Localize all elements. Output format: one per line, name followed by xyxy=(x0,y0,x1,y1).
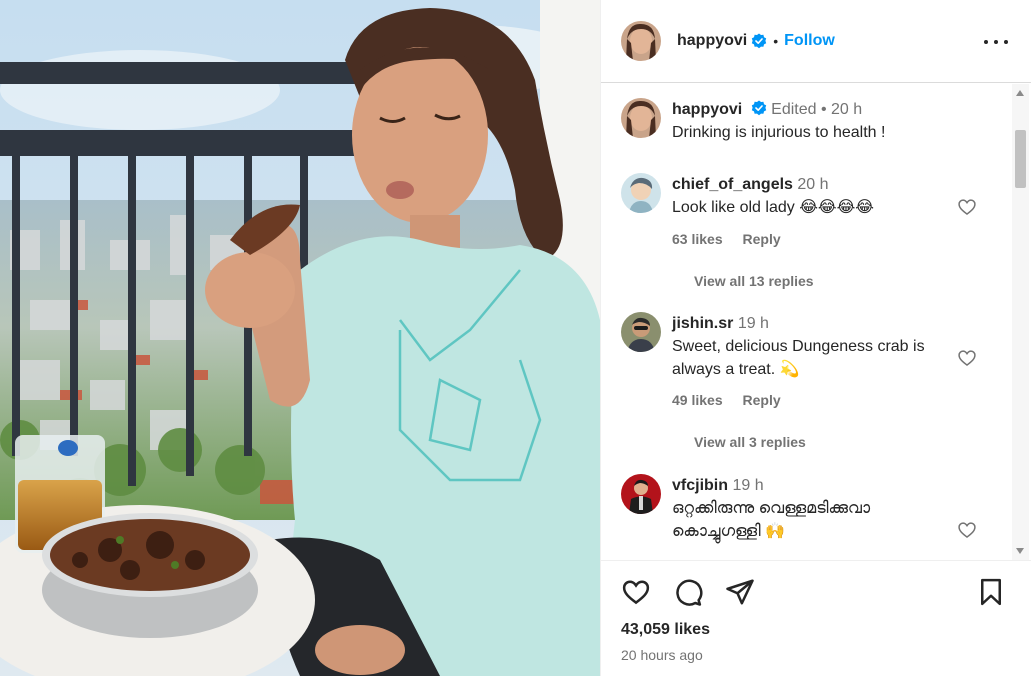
commenter-avatar-image xyxy=(621,173,661,213)
commenter-avatar[interactable] xyxy=(621,312,661,352)
scroll-thumb[interactable] xyxy=(1015,130,1026,188)
comment-time[interactable]: 19 h xyxy=(738,315,769,332)
post-image[interactable] xyxy=(0,0,600,676)
more-options-icon[interactable] xyxy=(984,33,1008,51)
instagram-post: happyovi • Follow happyovi Edited • 20 h… xyxy=(0,0,1031,676)
comment-username[interactable]: vfcjibin xyxy=(672,477,728,494)
scroll-down-arrow-icon[interactable] xyxy=(1016,548,1024,554)
bookmark-icon[interactable] xyxy=(976,577,1006,607)
comment-username[interactable]: chief_of_angels xyxy=(672,176,793,193)
post-details-panel: happyovi • Follow happyovi Edited • 20 h… xyxy=(600,0,1031,676)
comment-body: chief_of_angels 20 h Look like old lady … xyxy=(672,173,957,219)
header-separator: • xyxy=(773,33,779,49)
reply-button[interactable]: Reply xyxy=(743,231,781,247)
comment-time[interactable]: 19 h xyxy=(732,477,763,494)
caption-edited: Edited xyxy=(771,101,817,118)
post-actions xyxy=(621,577,755,607)
author-avatar-image xyxy=(621,98,661,138)
post-photo-illustration xyxy=(0,0,600,676)
verified-badge-icon xyxy=(751,100,766,116)
paper-plane-icon[interactable] xyxy=(725,577,755,607)
comment-text: Sweet, delicious Dungeness crab is alway… xyxy=(672,338,925,378)
verified-badge-icon xyxy=(752,33,767,49)
reply-button[interactable]: Reply xyxy=(743,392,781,408)
like-comment-heart-icon[interactable] xyxy=(957,520,977,540)
comment-body: vfcjibin 19 h ഒറ്റക്കിരുന്നു വെള്ളമടിക്ക… xyxy=(672,474,942,543)
scroll-up-arrow-icon[interactable] xyxy=(1016,90,1024,96)
post-timestamp[interactable]: 20 hours ago xyxy=(621,647,703,663)
caption-username[interactable]: happyovi xyxy=(672,101,742,118)
comment-likes[interactable]: 63 likes xyxy=(672,231,723,247)
commenter-avatar-image xyxy=(621,474,661,514)
comment-time[interactable]: 20 h xyxy=(797,176,828,193)
author-avatar[interactable] xyxy=(621,21,661,61)
commenter-avatar[interactable] xyxy=(621,474,661,514)
author-username[interactable]: happyovi xyxy=(677,32,747,50)
likes-count[interactable]: 43,059 likes xyxy=(621,621,710,639)
comment-text: Look like old lady 😂😂😂😂 xyxy=(672,199,874,216)
commenter-avatar-image xyxy=(621,312,661,352)
view-replies-button[interactable]: View all 3 replies xyxy=(694,434,806,450)
comment-text: ഒറ്റക്കിരുന്നു വെള്ളമടിക്കുവാ കൊച്ചുഗള്ള… xyxy=(672,500,871,540)
caption-time[interactable]: 20 h xyxy=(831,101,862,118)
comments-list[interactable]: happyovi Edited • 20 h Drinking is injur… xyxy=(601,84,1021,560)
like-comment-heart-icon[interactable] xyxy=(957,197,977,217)
view-replies-label: View all 13 replies xyxy=(694,273,814,289)
caption-body: happyovi Edited • 20 h Drinking is injur… xyxy=(672,98,957,144)
post-header: happyovi • Follow xyxy=(601,0,1031,83)
comment-body: jishin.sr 19 h Sweet, delicious Dungenes… xyxy=(672,312,957,381)
caption-text: Drinking is injurious to health ! xyxy=(672,124,886,141)
comments-scrollbar[interactable] xyxy=(1012,84,1029,560)
comment-actions: 49 likes Reply xyxy=(672,392,797,408)
view-replies-button[interactable]: View all 13 replies xyxy=(694,273,814,289)
comment-bubble-icon[interactable] xyxy=(673,577,703,607)
post-footer: 43,059 likes 20 hours ago xyxy=(601,560,1031,676)
like-comment-heart-icon[interactable] xyxy=(957,348,977,368)
comment-actions: 63 likes Reply xyxy=(672,231,797,247)
follow-button[interactable]: Follow xyxy=(784,32,835,50)
comment-username[interactable]: jishin.sr xyxy=(672,315,733,332)
commenter-avatar[interactable] xyxy=(621,173,661,213)
heart-icon[interactable] xyxy=(621,577,651,607)
comment-likes[interactable]: 49 likes xyxy=(672,392,723,408)
view-replies-label: View all 3 replies xyxy=(694,434,806,450)
author-avatar-image xyxy=(621,21,661,61)
caption-avatar[interactable] xyxy=(621,98,661,138)
caption-separator: • xyxy=(820,101,827,118)
